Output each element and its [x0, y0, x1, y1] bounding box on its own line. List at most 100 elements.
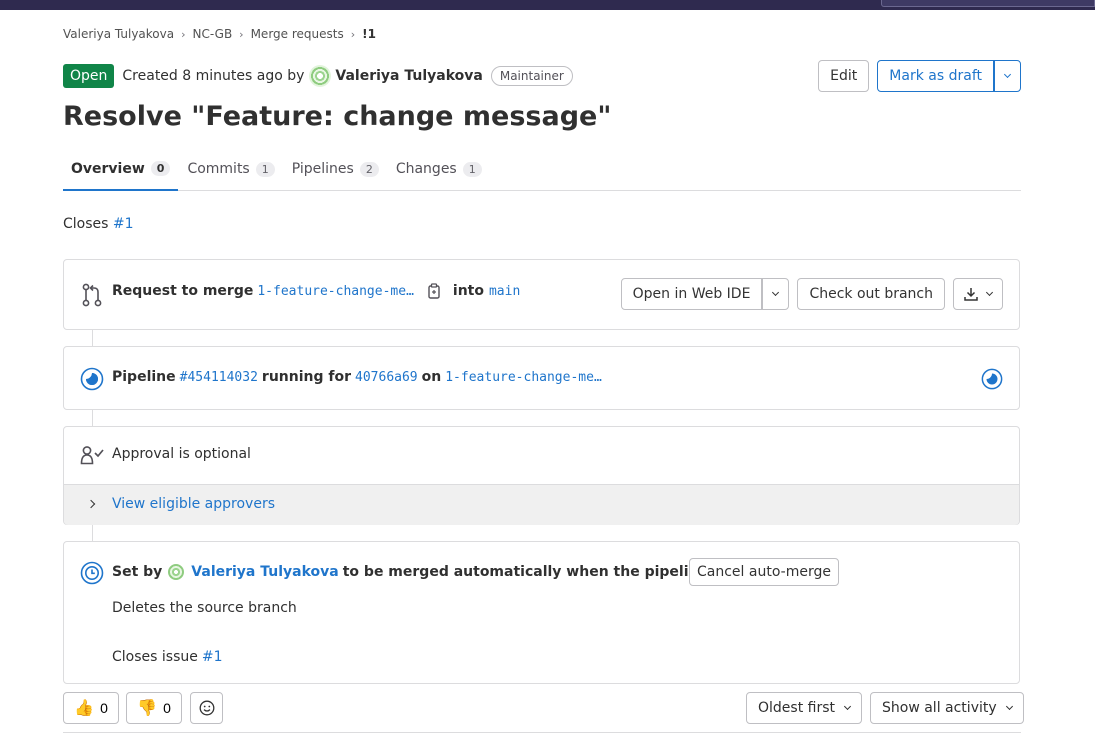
chevron-down-icon [1003, 70, 1012, 79]
chevron-down-icon [985, 288, 994, 297]
role-badge: Maintainer [490, 66, 573, 86]
status-badge: Open [63, 64, 115, 88]
status-running-icon[interactable] [80, 367, 104, 391]
thumbsdown-button[interactable]: 👎 0 [126, 692, 182, 724]
approvers-footer: View eligible approvers [64, 484, 1019, 525]
check-out-branch-button[interactable]: Check out branch [797, 278, 945, 310]
pipeline-label: Pipeline [112, 369, 176, 385]
auto-merge-widget: Set by Valeriya Tulyakova to be merged a… [63, 541, 1020, 684]
tab-changes[interactable]: Changes 1 [388, 148, 490, 190]
thumbsup-button[interactable]: 👍 0 [63, 692, 119, 724]
approval-icon [80, 446, 104, 465]
set-by-label: Set by [112, 564, 163, 580]
sort-dropdown[interactable]: Oldest first [746, 692, 862, 724]
tab-count: 1 [255, 161, 275, 177]
view-eligible-approvers-link[interactable]: View eligible approvers [112, 496, 275, 512]
pipeline-text: Pipeline #454114032 running for 40766a69… [112, 369, 602, 385]
source-branch-link[interactable]: 1-feature-change-me… [257, 284, 414, 299]
breadcrumb-current[interactable]: !1 [362, 27, 376, 41]
breadcrumb-merge-requests[interactable]: Merge requests [251, 27, 344, 41]
open-web-ide-button[interactable]: Open in Web IDE [620, 278, 763, 310]
thumbsup-count: 0 [100, 700, 108, 716]
on-label: on [421, 369, 442, 385]
page-title: Resolve "Feature: change message" [63, 101, 612, 132]
pipeline-id-link[interactable]: #454114032 [180, 370, 258, 385]
pipeline-branch-link[interactable]: 1-feature-change-me… [445, 370, 602, 385]
tab-label: Overview [71, 160, 145, 177]
tab-overview[interactable]: Overview 0 [63, 148, 179, 191]
closes-issue-label: Closes issue [112, 649, 198, 665]
merge-request-icon [82, 283, 102, 307]
author-link[interactable]: Valeriya Tulyakova [335, 68, 482, 84]
copy-icon[interactable] [427, 283, 441, 299]
activity-bar: 👍 0 👎 0 Oldest first Show all activity [63, 692, 1024, 733]
smiley-icon [199, 700, 214, 716]
pipeline-widget: Pipeline #454114032 running for 40766a69… [63, 346, 1020, 410]
tab-label: Changes [395, 161, 457, 177]
tab-label: Pipelines [291, 161, 354, 177]
closes-issue-text: Closes issue #1 [112, 649, 223, 665]
mr-tabs: Overview 0 Commits 1 Pipelines 2 Changes… [63, 148, 1021, 191]
thumbsup-icon: 👍 [74, 700, 95, 717]
pipeline-stage-running-icon[interactable] [981, 368, 1003, 390]
closes-text: Closes [63, 216, 109, 232]
deletes-source-branch-text: Deletes the source branch [112, 600, 297, 616]
add-reaction-button[interactable] [190, 692, 223, 724]
auto-merge-user-link[interactable]: Valeriya Tulyakova [191, 564, 338, 580]
merge-info-widget: Request to merge 1-feature-change-me… in… [63, 259, 1020, 330]
widget-connector [92, 525, 93, 541]
thumbsdown-count: 0 [163, 700, 171, 716]
web-ide-dropdown[interactable] [762, 278, 790, 310]
web-ide-split-button: Open in Web IDE [620, 278, 790, 310]
tab-label: Commits [187, 161, 250, 177]
cancel-auto-merge-button[interactable]: Cancel auto-merge [689, 558, 839, 586]
request-to-merge-label: Request to merge [112, 283, 254, 299]
search-bar[interactable] [881, 0, 1095, 7]
draft-split-button: Mark as draft [877, 60, 1021, 92]
breadcrumb-project[interactable]: NC-GB [193, 27, 233, 41]
running-for-label: running for [261, 369, 352, 385]
activity-filter-dropdown[interactable]: Show all activity [870, 692, 1024, 724]
top-navbar [0, 0, 1095, 10]
sort-label: Oldest first [758, 700, 835, 716]
issue-link[interactable]: #1 [113, 216, 134, 232]
chevron-right-icon: › [239, 27, 244, 41]
auto-merge-text: Set by Valeriya Tulyakova to be merged a… [112, 564, 785, 580]
chevron-right-icon: › [350, 27, 356, 41]
tab-count: 2 [359, 161, 379, 177]
breadcrumb-user[interactable]: Valeriya Tulyakova [63, 27, 174, 41]
into-label: into [452, 283, 484, 299]
widget-connector [92, 330, 93, 346]
avatar[interactable] [168, 564, 185, 580]
created-text: Created 8 minutes ago by [122, 68, 305, 84]
tab-count: 0 [150, 161, 171, 176]
filter-label: Show all activity [882, 700, 997, 716]
clock-icon [80, 561, 104, 585]
target-branch-link[interactable]: main [489, 284, 520, 299]
merge-info-text: Request to merge 1-feature-change-me… in… [112, 283, 520, 299]
mark-as-draft-button[interactable]: Mark as draft [877, 60, 994, 92]
description-closes: Closes #1 [63, 216, 134, 232]
more-actions-dropdown[interactable] [994, 60, 1021, 92]
widget-connector [92, 410, 93, 426]
tab-count: 1 [462, 161, 482, 177]
tab-commits[interactable]: Commits 1 [179, 148, 282, 190]
chevron-down-icon [843, 702, 852, 711]
breadcrumb: Valeriya Tulyakova › NC-GB › Merge reque… [63, 27, 376, 41]
thumbsdown-icon: 👎 [137, 700, 158, 717]
download-dropdown[interactable] [953, 278, 1003, 310]
issue-link[interactable]: #1 [202, 649, 223, 665]
chevron-right-icon[interactable] [86, 499, 96, 509]
tab-pipelines[interactable]: Pipelines 2 [284, 148, 387, 190]
chevron-down-icon [772, 288, 780, 297]
edit-button[interactable]: Edit [818, 60, 870, 92]
avatar[interactable] [309, 65, 332, 87]
commit-sha-link[interactable]: 40766a69 [355, 370, 418, 385]
approval-text: Approval is optional [112, 446, 251, 462]
chevron-down-icon [1005, 702, 1013, 711]
chevron-right-icon: › [181, 27, 186, 41]
merge-info-actions: Open in Web IDE Check out branch [620, 278, 1003, 310]
download-icon [964, 288, 978, 301]
approval-widget: Approval is optional View eligible appro… [63, 426, 1020, 525]
header-actions: Edit Mark as draft [818, 60, 1021, 92]
